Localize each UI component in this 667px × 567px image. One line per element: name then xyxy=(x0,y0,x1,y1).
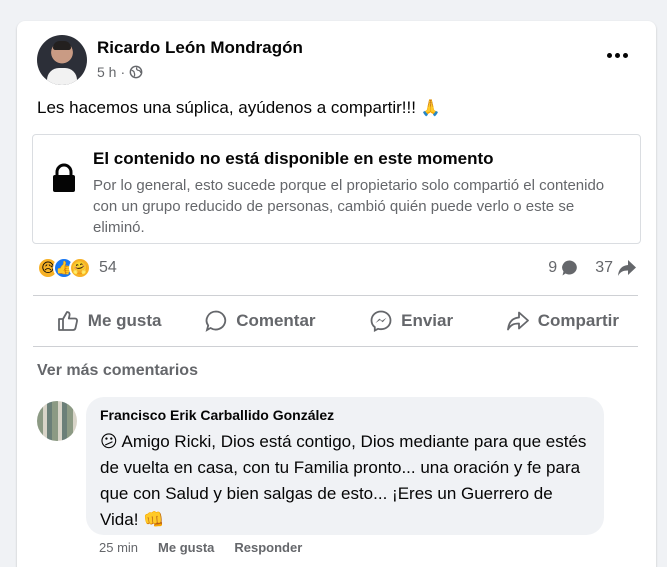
comment-button-label: Comentar xyxy=(236,311,316,330)
unavailable-description: Por lo general, esto sucede porque el pr… xyxy=(93,177,605,236)
post-actions-bar: Me gusta Comentar Enviar Compartir xyxy=(33,296,638,346)
share-button-label: Compartir xyxy=(537,311,619,330)
post-text: Les hacemos una súplica, ayúdenos a comp… xyxy=(37,98,441,118)
post-body: Les hacemos una súplica, ayúdenos a comp… xyxy=(37,98,416,117)
post-stats: 😥 👍 🤗 54 9 37 xyxy=(37,257,637,283)
send-button[interactable]: Enviar xyxy=(336,296,487,346)
commenter-avatar[interactable] xyxy=(37,401,77,441)
comment-timestamp[interactable]: 25 min xyxy=(99,540,138,555)
divider-bottom xyxy=(33,346,638,347)
comment-button[interactable]: Comentar xyxy=(184,296,335,346)
share-button[interactable]: Compartir xyxy=(487,296,638,346)
reactions-summary[interactable]: 😥 👍 🤗 54 xyxy=(37,257,117,279)
comment-count-value: 9 xyxy=(548,259,558,276)
globe-icon xyxy=(129,65,143,79)
lock-icon xyxy=(53,163,75,192)
send-button-label: Enviar xyxy=(401,311,454,330)
comment-bubble-icon xyxy=(562,260,578,276)
messenger-icon xyxy=(370,310,392,332)
comment-icon xyxy=(205,310,227,332)
share-count[interactable]: 37 xyxy=(595,259,637,277)
share-icon xyxy=(506,311,529,331)
reaction-count: 54 xyxy=(99,259,117,276)
thumbs-up-icon xyxy=(57,311,78,331)
comment-author[interactable]: Francisco Erik Carballido González xyxy=(100,407,590,423)
post-options-button[interactable] xyxy=(602,45,632,65)
like-button[interactable]: Me gusta xyxy=(33,296,184,346)
unavailable-content-box: El contenido no está disponible en este … xyxy=(32,134,641,244)
care-reaction-icon: 🤗 xyxy=(69,257,91,279)
engagement-counts: 9 37 xyxy=(548,259,637,277)
share-arrow-icon xyxy=(618,260,636,276)
comment-like-button[interactable]: Me gusta xyxy=(158,540,214,555)
comment-count[interactable]: 9 xyxy=(548,259,579,277)
pray-emoji-icon: 🙏 xyxy=(420,100,441,117)
author-avatar[interactable] xyxy=(37,35,87,85)
comment-actions: 25 min Me gusta Responder xyxy=(99,540,302,555)
view-more-comments-link[interactable]: Ver más comentarios xyxy=(37,362,198,380)
more-dots-icon xyxy=(606,52,612,58)
unavailable-title: El contenido no está disponible en este … xyxy=(93,149,494,168)
post-author-name[interactable]: Ricardo León Mondragón xyxy=(97,38,303,58)
comment-bubble: Francisco Erik Carballido González 😕 Ami… xyxy=(86,397,604,535)
share-count-value: 37 xyxy=(595,259,613,276)
post-card: Ricardo León Mondragón 5 h · Les hacemos… xyxy=(17,21,656,567)
post-timestamp[interactable]: 5 h xyxy=(97,64,116,80)
comment-reply-button[interactable]: Responder xyxy=(234,540,302,555)
meta-separator: · xyxy=(120,64,126,80)
comment-text: 😕 Amigo Ricki, Dios está contigo, Dios m… xyxy=(100,432,587,529)
post-meta: 5 h · xyxy=(97,64,143,80)
like-button-label: Me gusta xyxy=(87,311,162,330)
